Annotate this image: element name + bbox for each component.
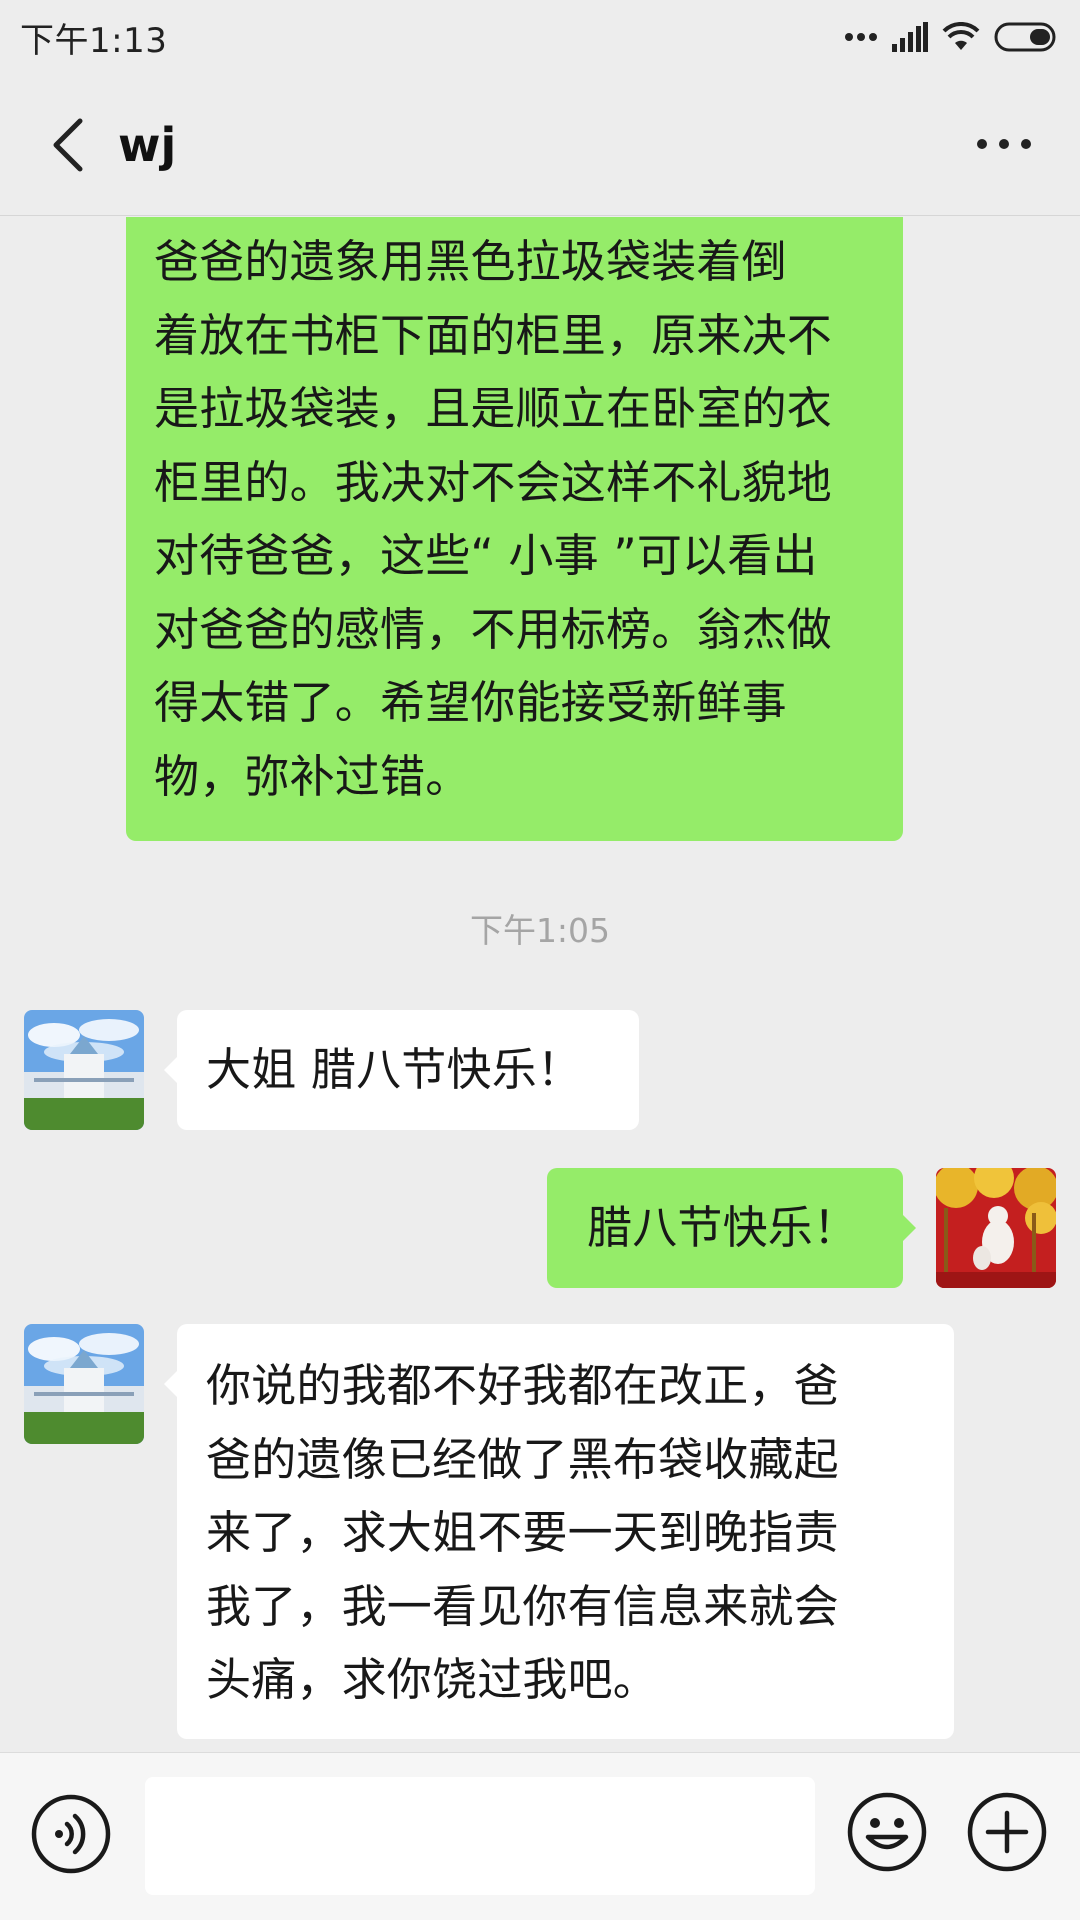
message-line: 柜里的。我决对不会这样不礼貌地 <box>154 455 833 509</box>
chevron-left-icon <box>53 118 83 171</box>
bubble-tail <box>164 1370 178 1398</box>
message-line: 大姐 腊八节快乐！ <box>206 1043 583 1096</box>
message-line: 是拉圾袋装，且是顺立在卧室的衣 <box>154 382 833 435</box>
message-input[interactable] <box>145 1777 815 1895</box>
chat-header: wj <box>0 74 1080 216</box>
message-line: 爸的遗像已经做了黑布袋收藏起 <box>206 1432 839 1486</box>
message-line: 来了，求大姐不要一天到晚指责 <box>206 1506 839 1559</box>
dots-icon <box>845 33 877 41</box>
status-bar: 下午1:13 <box>0 0 1080 74</box>
chat-screen: 下午1:13 wj 爸爸的遗象用黑色拉圾袋装着倒 着放在书柜下面的柜里，原来决不… <box>0 0 1080 1920</box>
message-line: 对爸爸的感情，不用标榜。翁杰做 <box>154 602 833 656</box>
message-line: 头痛，求你饶过我吧。 <box>206 1653 659 1706</box>
plus-icon <box>967 1792 1047 1872</box>
voice-icon <box>31 1794 111 1874</box>
message-line: 爸爸的遗象用黑色拉圾袋装着倒 <box>154 235 787 288</box>
status-icons <box>844 22 1058 52</box>
message-bubble-sent[interactable]: 爸爸的遗象用黑色拉圾袋装着倒 着放在书柜下面的柜里，原来决不 是拉圾袋装，且是顺… <box>126 217 903 841</box>
more-dots-icon <box>977 139 1031 149</box>
message-line: 着放在书柜下面的柜里，原来决不 <box>154 308 833 362</box>
message-line: 腊八节快乐！ <box>587 1201 859 1254</box>
bubble-tail <box>164 1056 178 1084</box>
palace-avatar-image <box>24 1324 144 1444</box>
bubble-tail <box>902 1214 916 1242</box>
message-bubble-received[interactable]: 大姐 腊八节快乐！ <box>177 1010 639 1130</box>
contact-avatar[interactable] <box>24 1324 144 1444</box>
emoji-icon <box>847 1792 927 1872</box>
status-time: 下午1:13 <box>20 20 168 61</box>
message-line: 你说的我都不好我都在改正，爸 <box>206 1359 839 1412</box>
signal-icon <box>892 22 928 52</box>
message-line: 我了，我一看见你有信息来就会 <box>206 1579 839 1633</box>
back-button[interactable] <box>18 95 118 195</box>
emoji-button[interactable] <box>846 1791 928 1873</box>
message-timestamp: 下午1:05 <box>469 911 611 950</box>
battery-icon <box>994 22 1056 52</box>
message-line: 对待爸爸，这些“ 小事 ”可以看出 <box>154 529 818 582</box>
palace-avatar-image <box>24 1010 144 1130</box>
wifi-icon <box>942 22 980 50</box>
message-list[interactable]: 爸爸的遗象用黑色拉圾袋装着倒 着放在书柜下面的柜里，原来决不 是拉圾袋装，且是顺… <box>0 217 1080 1753</box>
voice-button[interactable] <box>30 1793 112 1875</box>
chat-title: wj <box>118 117 177 172</box>
message-bubble-sent[interactable]: 腊八节快乐！ <box>547 1168 903 1288</box>
input-bar <box>0 1752 1080 1920</box>
festival-avatar-image <box>936 1168 1056 1288</box>
my-avatar[interactable] <box>936 1168 1056 1288</box>
message-line: 得太错了。希望你能接受新鲜事 <box>154 676 787 729</box>
more-functions-button[interactable] <box>966 1791 1048 1873</box>
message-bubble-received[interactable]: 你说的我都不好我都在改正，爸 爸的遗像已经做了黑布袋收藏起 来了，求大姐不要一天… <box>177 1324 954 1739</box>
contact-avatar[interactable] <box>24 1010 144 1130</box>
message-line: 物，弥补过错。 <box>154 749 471 803</box>
more-button[interactable] <box>964 104 1044 184</box>
